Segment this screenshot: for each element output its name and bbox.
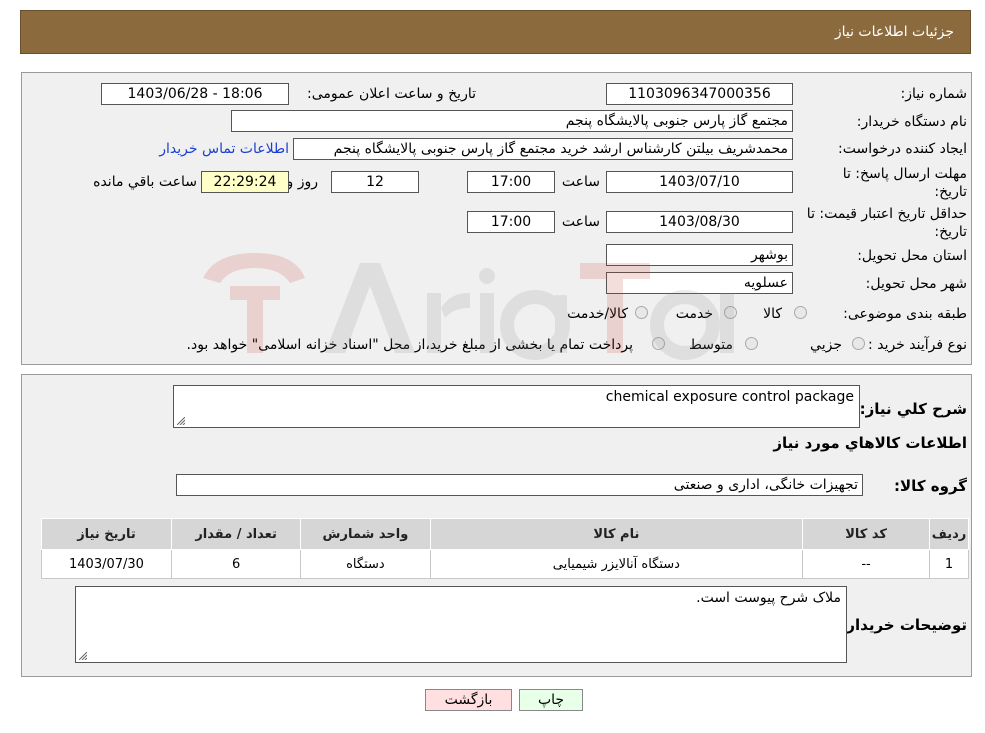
category-radio-goods-service[interactable] bbox=[635, 306, 648, 319]
purchase-radio-treasury[interactable] bbox=[652, 337, 665, 350]
remaining-label: ساعت باقي مانده bbox=[93, 174, 197, 190]
requester-label: ایجاد کننده درخواست: bbox=[838, 141, 967, 157]
city-label: شهر محل تحویل: bbox=[865, 276, 967, 292]
purchase-radio-minor[interactable] bbox=[852, 337, 865, 350]
col-qty: تعداد / مقدار bbox=[170, 518, 302, 550]
deadline-time-field[interactable]: 17:00 bbox=[467, 171, 555, 193]
category-option-goods: کالا bbox=[763, 306, 782, 322]
print-button[interactable]: چاپ bbox=[519, 689, 583, 711]
purchase-option-minor: جزيي bbox=[810, 337, 842, 353]
cell-name: دستگاه آنالایزر شیمیایی bbox=[429, 549, 804, 579]
back-button[interactable]: بازگشت bbox=[425, 689, 512, 711]
requester-field[interactable]: محمدشریف بیلتن کارشناس ارشد خرید مجتمع گ… bbox=[293, 138, 793, 160]
buyer-contact-link[interactable]: اطلاعات تماس خریدار bbox=[159, 141, 289, 157]
city-field[interactable]: عسلویه bbox=[606, 272, 793, 294]
deadline-label-date: تاریخ: bbox=[934, 184, 967, 200]
buyer-notes-text: ملاک شرح پیوست است. bbox=[696, 590, 841, 606]
announce-field[interactable]: 1403/06/28 - 18:06 bbox=[101, 83, 289, 105]
cell-date: 1403/07/30 bbox=[41, 549, 172, 579]
goods-table: رديف كد كالا نام كالا واحد شمارش تعداد /… bbox=[41, 518, 969, 579]
col-name: نام كالا bbox=[429, 518, 804, 550]
validity-date-field[interactable]: 1403/08/30 bbox=[606, 211, 793, 233]
description-textarea[interactable]: chemical exposure control package bbox=[173, 385, 860, 428]
validity-time-field[interactable]: 17:00 bbox=[467, 211, 555, 233]
province-field[interactable]: بوشهر bbox=[606, 244, 793, 266]
deadline-label: مهلت ارسال پاسخ: تا bbox=[842, 166, 967, 182]
purchase-type-label: نوع فرآیند خرید : bbox=[868, 337, 967, 353]
category-option-goods-service: کالا/خدمت bbox=[567, 306, 628, 322]
days-field[interactable]: 12 bbox=[331, 171, 419, 193]
col-unit: واحد شمارش bbox=[300, 518, 431, 550]
col-date: تاريخ نياز bbox=[41, 518, 172, 550]
need-number-field[interactable]: 1103096347000356 bbox=[606, 83, 793, 105]
buyer-notes-label: توضيحات خريدار: bbox=[840, 616, 967, 634]
province-label: استان محل تحویل: bbox=[857, 248, 967, 264]
cell-qty: 6 bbox=[170, 549, 302, 579]
category-radio-service[interactable] bbox=[724, 306, 737, 319]
description-text: chemical exposure control package bbox=[605, 389, 854, 405]
announce-label: تاریخ و ساعت اعلان عمومی: bbox=[307, 86, 476, 102]
table-row[interactable]: 1 -- دستگاه آنالایزر شیمیایی دستگاه 6 14… bbox=[41, 549, 969, 579]
need-number-label: شماره نیاز: bbox=[900, 86, 968, 102]
goods-group-label: گروه كالا: bbox=[894, 477, 967, 495]
cell-code: -- bbox=[802, 549, 931, 579]
description-label: شرح كلي نياز: bbox=[859, 400, 967, 418]
page-title: جزئیات اطلاعات نیاز bbox=[834, 24, 954, 40]
goods-table-header: رديف كد كالا نام كالا واحد شمارش تعداد /… bbox=[41, 518, 969, 550]
validity-label-date: تاریخ: bbox=[934, 224, 967, 240]
resize-grip-icon[interactable] bbox=[79, 652, 87, 660]
cell-row: 1 bbox=[929, 549, 969, 579]
category-radio-goods[interactable] bbox=[794, 306, 807, 319]
buyer-org-field[interactable]: مجتمع گاز پارس جنوبی پالایشگاه پنجم bbox=[231, 110, 793, 132]
purchase-treasury-note: پرداخت تمام یا بخشی از مبلغ خرید،از محل … bbox=[186, 337, 633, 353]
category-label: طبقه بندی موضوعی: bbox=[843, 306, 967, 322]
purchase-radio-medium[interactable] bbox=[745, 337, 758, 350]
deadline-time-label: ساعت bbox=[561, 174, 600, 190]
goods-group-field[interactable]: تجهيزات خانگی، اداری و صنعتی bbox=[176, 474, 863, 496]
purchase-option-medium: متوسط bbox=[689, 337, 733, 353]
resize-grip-icon[interactable] bbox=[177, 417, 185, 425]
col-row: رديف bbox=[929, 518, 969, 550]
buyer-notes-textarea[interactable]: ملاک شرح پیوست است. bbox=[75, 586, 847, 663]
remaining-time-field: 22:29:24 bbox=[201, 171, 289, 193]
category-option-service: خدمت bbox=[675, 306, 713, 322]
deadline-date-field[interactable]: 1403/07/10 bbox=[606, 171, 793, 193]
goods-info-title: اطلاعات كالاهاي مورد نياز bbox=[773, 434, 967, 452]
cell-unit: دستگاه bbox=[300, 549, 431, 579]
col-code: كد كالا bbox=[802, 518, 931, 550]
validity-time-label: ساعت bbox=[561, 214, 600, 230]
buyer-org-label: نام دستگاه خریدار: bbox=[856, 114, 967, 130]
page-header: جزئیات اطلاعات نیاز bbox=[20, 10, 971, 54]
days-label: روز و bbox=[286, 174, 319, 190]
validity-label: حداقل تاریخ اعتبار قیمت: تا bbox=[806, 206, 967, 222]
